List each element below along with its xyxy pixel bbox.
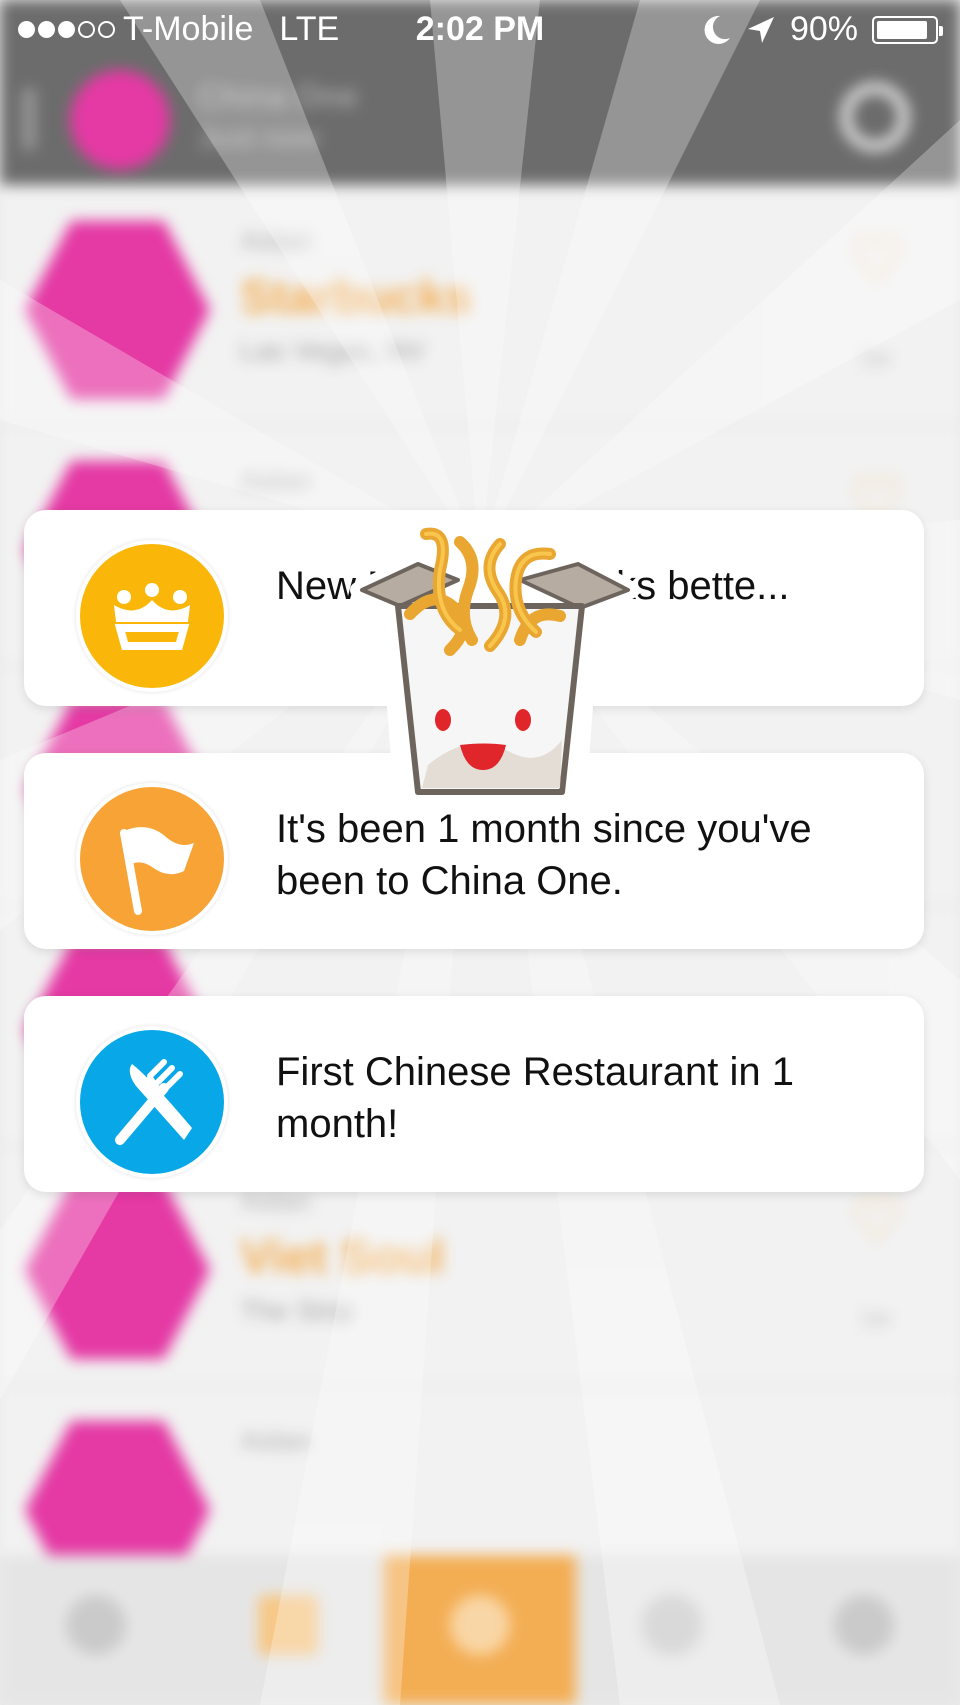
fork-knife-icon — [115, 1059, 192, 1145]
location-arrow-icon — [747, 16, 774, 43]
notification-card-restaurant[interactable]: First Chinese Restaurant in 1 month! — [24, 996, 924, 1192]
crown-icon — [114, 583, 190, 650]
notification-text: First Chinese Restaurant in 1 month! — [276, 1050, 795, 1146]
status-bar: T-Mobile LTE 2:02 PM 90% — [0, 0, 960, 60]
flag-icon — [120, 827, 194, 915]
noodle-box-sticker — [350, 527, 640, 808]
flag-badge — [76, 783, 228, 935]
crown-badge — [76, 540, 228, 692]
battery-percent: 90% — [789, 10, 858, 48]
moon-icon — [704, 15, 730, 44]
battery-icon — [872, 15, 943, 44]
fork-knife-badge — [76, 1026, 228, 1178]
